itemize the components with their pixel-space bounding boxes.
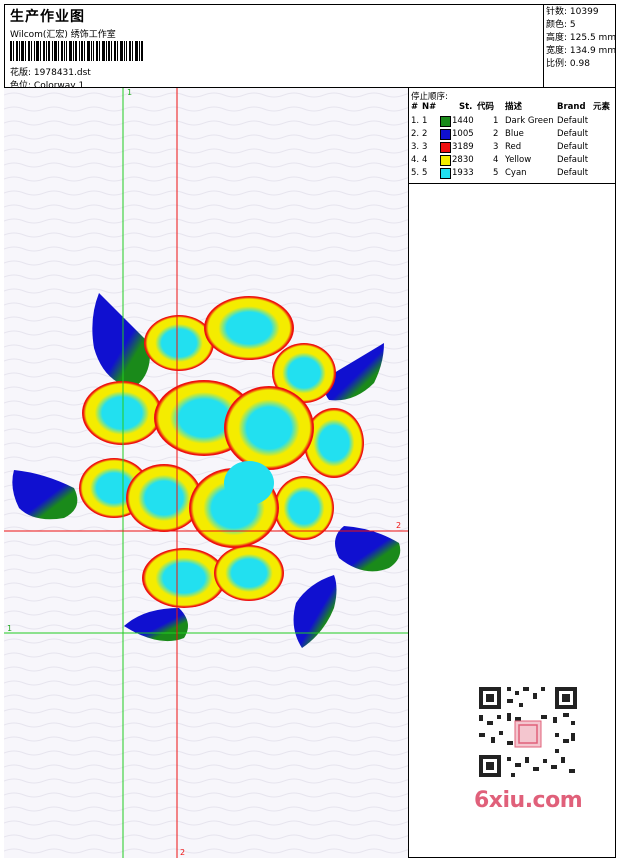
row-code: 5 <box>493 168 499 178</box>
stop-sequence-panel: 停止顺序: # N# St. 代码 描述 Brand 元素 1. 1 1440 1 Da… <box>409 88 616 184</box>
stat-stitches: 针数: 10399 <box>546 7 599 17</box>
row-code: 3 <box>493 142 499 152</box>
row-needle: 3 <box>422 142 428 152</box>
row-needle: 2 <box>422 129 428 139</box>
embroidery-preview <box>4 88 408 858</box>
row-index: 5. <box>411 168 420 178</box>
row-needle: 5 <box>422 168 428 178</box>
row-description: Blue <box>505 129 524 139</box>
watermark-text: 6xiu.com <box>474 788 583 813</box>
design-canvas[interactable]: 1 1 2 2 <box>4 88 409 858</box>
stat-width: 宽度: 134.9 mm <box>546 46 617 56</box>
row-description: Red <box>505 142 522 152</box>
row-index: 2. <box>411 129 420 139</box>
design-file-name: 1978431.dst <box>33 68 91 78</box>
marker-red-bottom: 2 <box>180 848 186 857</box>
row-index: 1. <box>411 116 420 126</box>
color-swatch <box>440 155 451 166</box>
marker-green-left: 1 <box>7 624 13 633</box>
stat-scale: 比例: 0.98 <box>546 59 590 69</box>
stop-sequence-row: 2. 2 1005 2 Blue Default <box>409 128 616 141</box>
row-stitches: 3189 <box>452 142 474 152</box>
design-label: 花版: <box>10 68 32 78</box>
row-index: 4. <box>411 155 420 165</box>
row-description: Dark Green <box>505 116 554 126</box>
row-stitches: 1005 <box>452 129 474 139</box>
stop-sequence-header: # N# St. 代码 描述 Brand 元素 <box>411 102 611 112</box>
stat-colors: 颜色: 5 <box>546 20 576 30</box>
design-file-line: 花版: 1978431.dst <box>10 65 91 78</box>
row-code: 1 <box>493 116 499 126</box>
stop-sequence-row: 1. 1 1440 1 Dark Green Default <box>409 115 616 128</box>
row-stitches: 1440 <box>452 116 474 126</box>
row-needle: 1 <box>422 116 428 126</box>
row-brand: Default <box>557 155 589 165</box>
studio-name: Wilcom(汇宏) 绣饰工作室 <box>10 30 116 40</box>
row-brand: Default <box>557 129 589 139</box>
stop-sequence-row: 3. 3 3189 3 Red Default <box>409 141 616 154</box>
row-stitches: 2830 <box>452 155 474 165</box>
header: 生产作业图 Wilcom(汇宏) 绣饰工作室 花版: 1978431.dst 色… <box>4 4 616 91</box>
stats-panel: 针数: 10399 颜色: 5 高度: 125.5 mm 宽度: 134.9 m… <box>543 4 616 88</box>
color-swatch <box>440 116 451 127</box>
stop-sequence-row: 4. 4 2830 4 Yellow Default <box>409 154 616 167</box>
stat-height: 高度: 125.5 mm <box>546 33 617 43</box>
qr-code-icon <box>471 681 583 783</box>
row-description: Yellow <box>505 155 532 165</box>
row-index: 3. <box>411 142 420 152</box>
row-description: Cyan <box>505 168 527 178</box>
color-swatch <box>440 142 451 153</box>
row-code: 2 <box>493 129 499 139</box>
color-swatch <box>440 129 451 140</box>
stop-sequence-row: 5. 5 1933 5 Cyan Default <box>409 167 616 180</box>
marker-red-right: 2 <box>396 521 402 530</box>
page-title: 生产作业图 <box>10 9 85 25</box>
row-brand: Default <box>557 168 589 178</box>
row-stitches: 1933 <box>452 168 474 178</box>
row-code: 4 <box>493 155 499 165</box>
row-brand: Default <box>557 116 589 126</box>
color-swatch <box>440 168 451 179</box>
row-brand: Default <box>557 142 589 152</box>
row-needle: 4 <box>422 155 428 165</box>
marker-green-top: 1 <box>127 88 133 97</box>
barcode-icon <box>10 41 143 61</box>
